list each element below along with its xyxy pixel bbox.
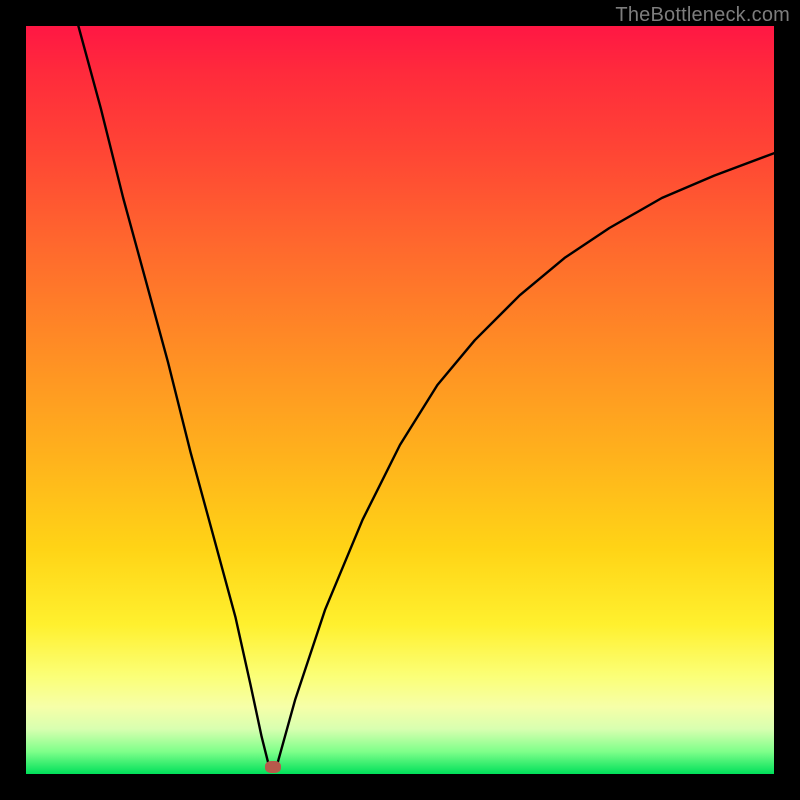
bottleneck-curve bbox=[26, 26, 774, 774]
plot-area bbox=[26, 26, 774, 774]
watermark-text: TheBottleneck.com bbox=[615, 4, 790, 27]
chart-frame: TheBottleneck.com bbox=[0, 0, 800, 800]
minimum-marker bbox=[265, 761, 281, 773]
